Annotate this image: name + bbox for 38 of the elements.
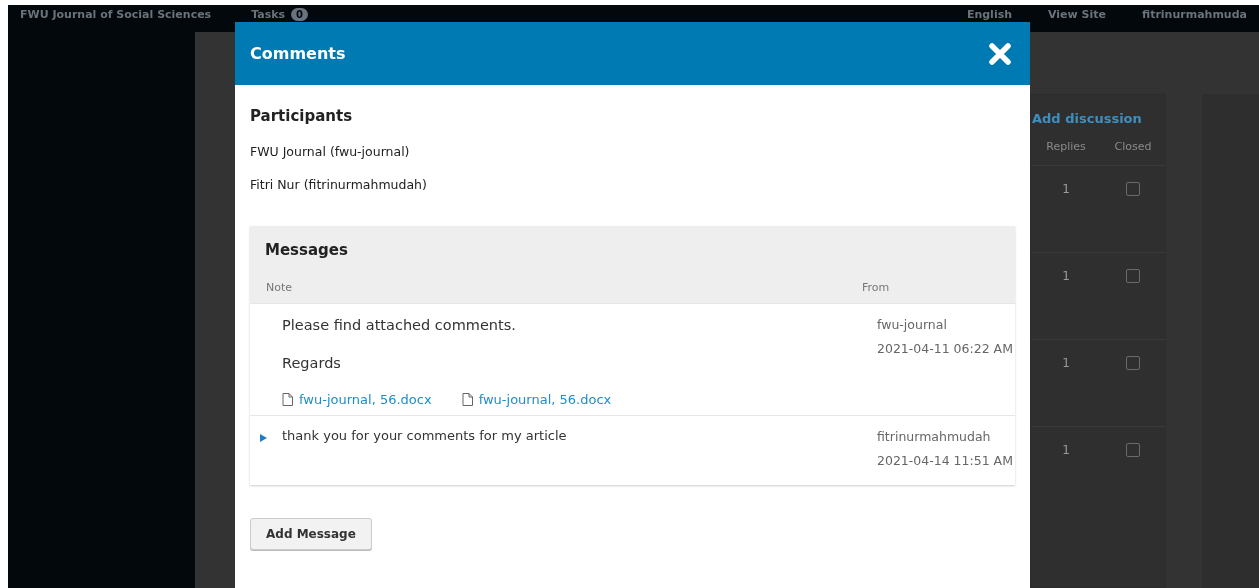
expand-triangle-icon[interactable] <box>260 433 268 443</box>
site-title[interactable]: FWU Journal of Social Sciences <box>20 8 212 21</box>
closed-checkbox[interactable] <box>1126 356 1140 370</box>
language-menu[interactable]: English <box>966 8 1013 21</box>
messages-heading: Messages <box>265 241 349 259</box>
message-text: thank you for your comments for my article <box>282 428 568 444</box>
message-from: 2021-04-14 11:51 AM <box>877 452 1014 470</box>
message-from: 2021-04-11 06:22 AM <box>877 340 1014 358</box>
user-menu[interactable]: fitrinurmahmuda <box>1142 8 1247 21</box>
column-header: Note <box>266 281 294 294</box>
replies-cell-text: 1 <box>1061 269 1071 285</box>
replies-cell-text: 1 <box>1061 356 1071 372</box>
add-discussion-link[interactable]: Add discussion <box>1031 95 1165 140</box>
column-header: Closed <box>1113 140 1153 153</box>
closed-checkbox[interactable] <box>1126 182 1140 196</box>
message-from: fitrinurmahmudah <box>877 428 992 446</box>
column-header: From <box>862 281 891 294</box>
message-text: Please find attached comments. <box>282 316 517 334</box>
replies-cell-text: 1 <box>1061 182 1071 198</box>
tasks-count-badge: 0 <box>291 8 309 21</box>
file-icon <box>282 393 293 406</box>
message-from: fwu-journal <box>877 316 948 334</box>
file-link[interactable]: fwu-journal, 56.docx <box>282 392 432 407</box>
closed-checkbox[interactable] <box>1126 443 1140 457</box>
file-link[interactable]: fwu-journal, 56.docx <box>461 392 612 407</box>
closed-checkbox[interactable] <box>1126 269 1140 283</box>
replies-cell-text: 1 <box>1061 443 1071 459</box>
participant-name: Fitri Nur (fitrinurmahmudah) <box>250 176 428 194</box>
message-text: Regards <box>282 354 342 372</box>
participants-heading: Participants <box>250 107 354 125</box>
column-header: Replies <box>1045 140 1087 153</box>
tasks-link[interactable]: Tasks 0 <box>251 8 309 21</box>
close-button[interactable] <box>988 41 1012 66</box>
file-icon <box>461 393 473 406</box>
dialog-title: Comments <box>250 44 346 63</box>
add-message-button[interactable]: Add Message <box>250 518 372 550</box>
participant-name: FWU Journal (fwu-journal) <box>250 143 411 161</box>
view-site-link[interactable]: View Site <box>1048 8 1106 21</box>
